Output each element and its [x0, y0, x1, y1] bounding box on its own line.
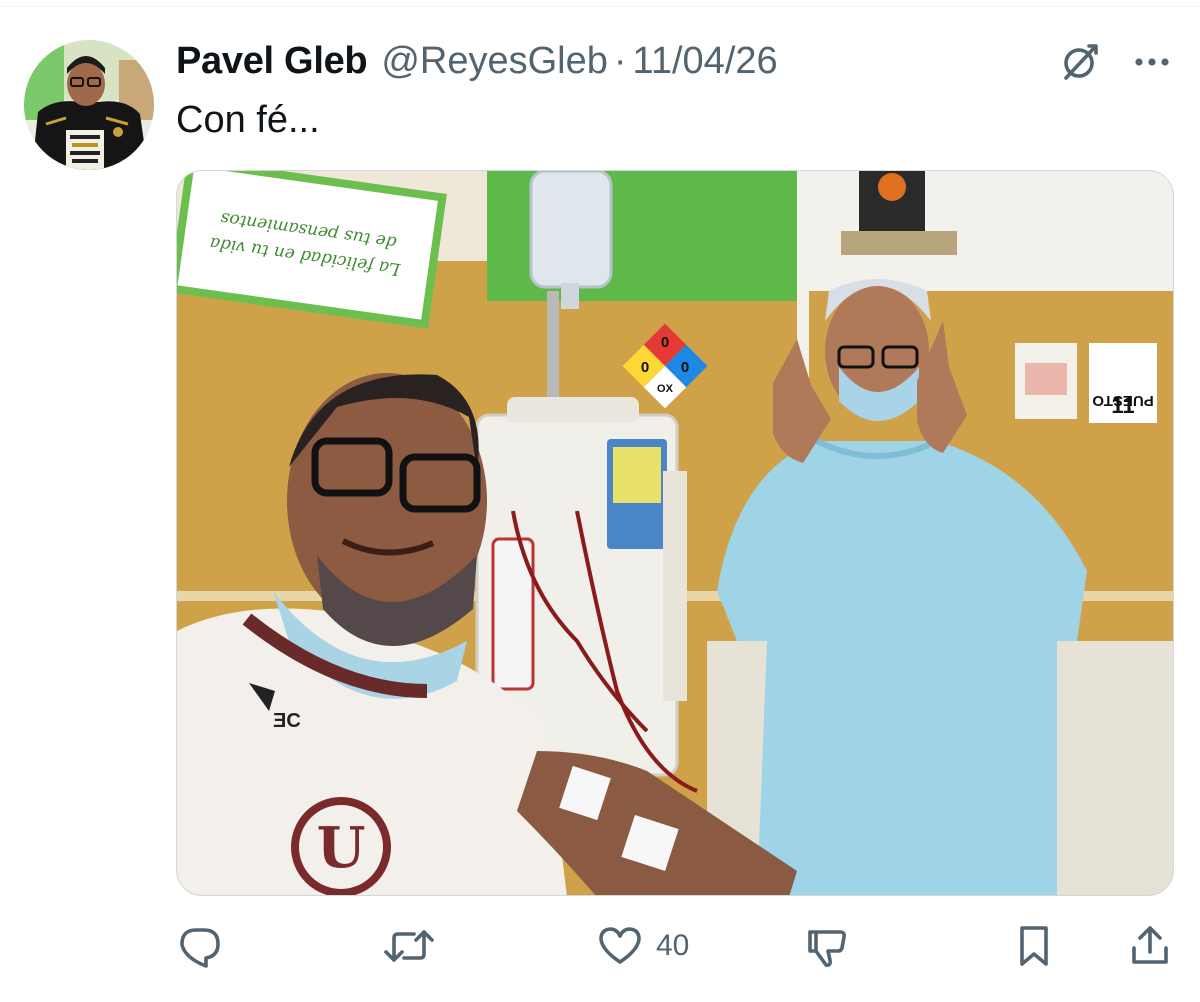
header-separator: ·: [613, 40, 627, 82]
hazard-bottom: OX: [657, 383, 674, 395]
author-handle[interactable]: @ReyesGleb: [381, 38, 608, 84]
reply-icon: [180, 928, 220, 968]
photo-illustration: La felicidad en tu vida de tus pensamien…: [177, 171, 1173, 895]
bookmark-button[interactable]: [1014, 918, 1054, 974]
shirt-logo: U: [317, 815, 366, 881]
dislike-icon: [808, 930, 846, 967]
heart-icon: [599, 927, 641, 964]
retweet-button[interactable]: [384, 918, 434, 974]
svg-text:ƎC: ƎC: [273, 710, 301, 732]
tweet-actions: 40: [176, 918, 1174, 974]
svg-text:11: 11: [1111, 393, 1134, 418]
more-options-button[interactable]: [1130, 40, 1174, 84]
share-button[interactable]: [1128, 918, 1172, 974]
author-display-name[interactable]: Pavel Gleb: [176, 38, 368, 84]
grok-icon: [1064, 44, 1098, 80]
retweet-icon: [384, 930, 434, 962]
hazard-left: 0: [641, 359, 649, 376]
avatar-photo: [24, 40, 154, 170]
tweet-date[interactable]: 11/04/26: [633, 38, 778, 84]
tweet: Pavel Gleb @ReyesGleb · 11/04/26 Con fé.…: [0, 0, 1200, 1002]
share-icon: [1132, 926, 1168, 964]
more-icon: [1135, 58, 1169, 66]
author-avatar[interactable]: [24, 40, 154, 170]
hazard-top: 0: [661, 334, 669, 351]
tweet-photo[interactable]: La felicidad en tu vida de tus pensamien…: [176, 170, 1174, 896]
like-count: 40: [656, 929, 690, 962]
reply-button[interactable]: [176, 918, 224, 974]
hazard-right: 0: [681, 359, 689, 376]
bookmark-icon: [1020, 926, 1048, 966]
tweet-header: Pavel Gleb @ReyesGleb · 11/04/26: [176, 38, 778, 84]
like-button[interactable]: 40: [596, 918, 689, 974]
tweet-text: Con fé...: [176, 99, 320, 141]
grok-button[interactable]: [1058, 40, 1102, 84]
dislike-button[interactable]: [804, 918, 850, 974]
